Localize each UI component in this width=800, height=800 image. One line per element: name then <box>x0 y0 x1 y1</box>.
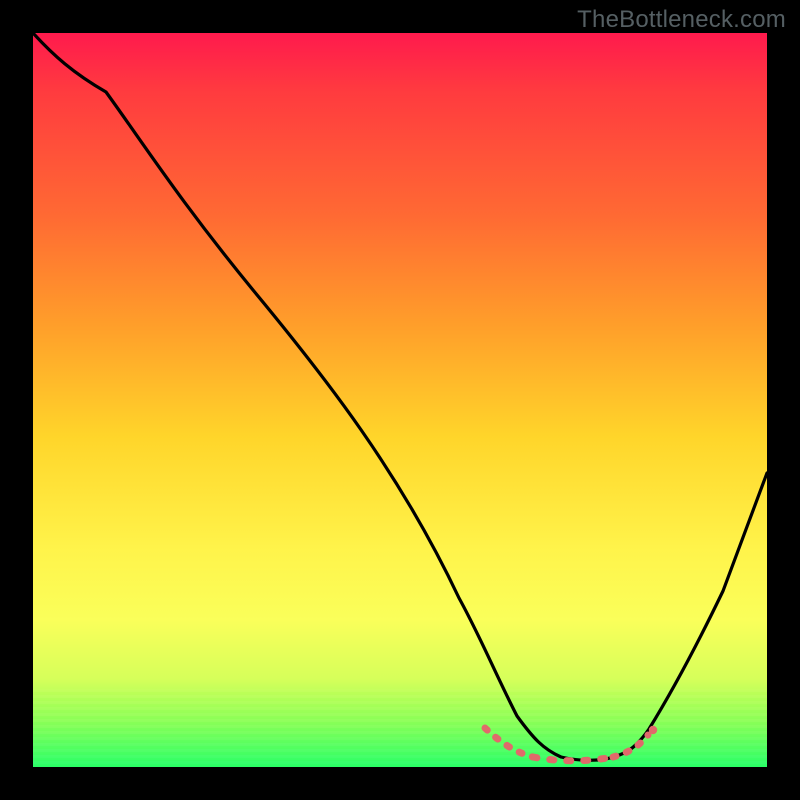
watermark-text: TheBottleneck.com <box>577 6 786 34</box>
minimum-highlight <box>485 726 657 761</box>
plot-area <box>33 33 767 767</box>
bottleneck-curve <box>33 33 767 760</box>
chart-frame: TheBottleneck.com <box>0 0 800 800</box>
curve-layer <box>33 33 767 767</box>
